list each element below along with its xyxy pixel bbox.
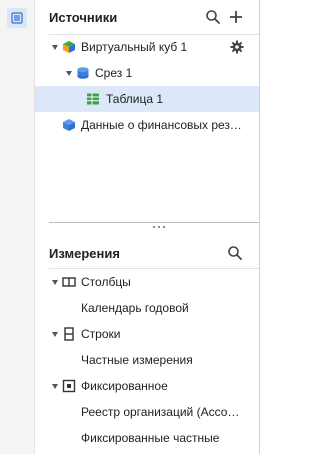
tree-item-virtual-cube[interactable]: Виртуальный куб 1 (35, 34, 259, 60)
fixed-icon (62, 379, 76, 393)
expand-arrow-icon[interactable] (65, 69, 73, 77)
rows-icon (64, 327, 74, 341)
tree-item-financial-data[interactable]: Данные о финансовых результатах (35, 112, 259, 138)
tree-item-table[interactable]: Таблица 1 (35, 86, 259, 112)
search-icon[interactable] (227, 245, 243, 261)
sources-panel: Источники Виртуальный куб 1 Срез 1 Табли… (35, 0, 260, 454)
search-icon[interactable] (205, 9, 221, 25)
dimensions-title: Измерения (49, 245, 120, 261)
sources-header: Источники (35, 0, 259, 34)
tree-item-slice[interactable]: Срез 1 (35, 60, 259, 86)
table-icon (87, 93, 99, 105)
dimension-item[interactable]: Реестр организаций (Ассоциация) (35, 399, 259, 425)
cube-icon (63, 119, 75, 131)
dimension-group-rows[interactable]: Строки (35, 321, 259, 347)
dimension-item[interactable]: Частные измерения (35, 347, 259, 373)
dimension-item-label: Частные измерения (81, 353, 193, 367)
sources-panel-toggle[interactable] (7, 8, 27, 28)
expand-arrow-icon[interactable] (51, 382, 59, 390)
dimension-group-label: Строки (81, 327, 121, 341)
add-icon[interactable] (228, 9, 244, 25)
dimension-group-label: Фиксированное (81, 379, 168, 393)
tree-item-label: Виртуальный куб 1 (81, 40, 188, 54)
expand-arrow-icon[interactable] (51, 278, 59, 286)
sources-title: Источники (49, 9, 118, 25)
tree-item-label: Таблица 1 (106, 92, 164, 106)
left-rail (0, 0, 35, 454)
list-icon (11, 12, 23, 24)
dimension-item-label: Календарь годовой (81, 301, 189, 315)
tree-item-label: Данные о финансовых результатах (81, 118, 243, 132)
expand-arrow-icon[interactable] (51, 43, 59, 51)
splitter-grip-icon[interactable] (153, 226, 165, 230)
dimension-item-label: Фиксированные частные (81, 431, 220, 445)
columns-icon (62, 277, 76, 287)
dimension-item[interactable]: Фиксированные частные (35, 425, 259, 451)
dimension-item-label: Реестр организаций (Ассоциация) (81, 405, 243, 419)
dimension-group-fixed[interactable]: Фиксированное (35, 373, 259, 399)
expand-arrow-icon[interactable] (51, 330, 59, 338)
dimension-item[interactable]: Календарь годовой (35, 295, 259, 321)
tree-item-label: Срез 1 (95, 66, 133, 80)
dimension-group-label: Столбцы (81, 275, 131, 289)
dimensions-header: Измерения (35, 236, 259, 270)
dimension-group-columns[interactable]: Столбцы (35, 269, 259, 295)
cube-icon (63, 41, 75, 53)
slice-icon (77, 67, 89, 79)
gear-icon[interactable] (230, 40, 244, 54)
panel-splitter[interactable] (49, 222, 259, 233)
